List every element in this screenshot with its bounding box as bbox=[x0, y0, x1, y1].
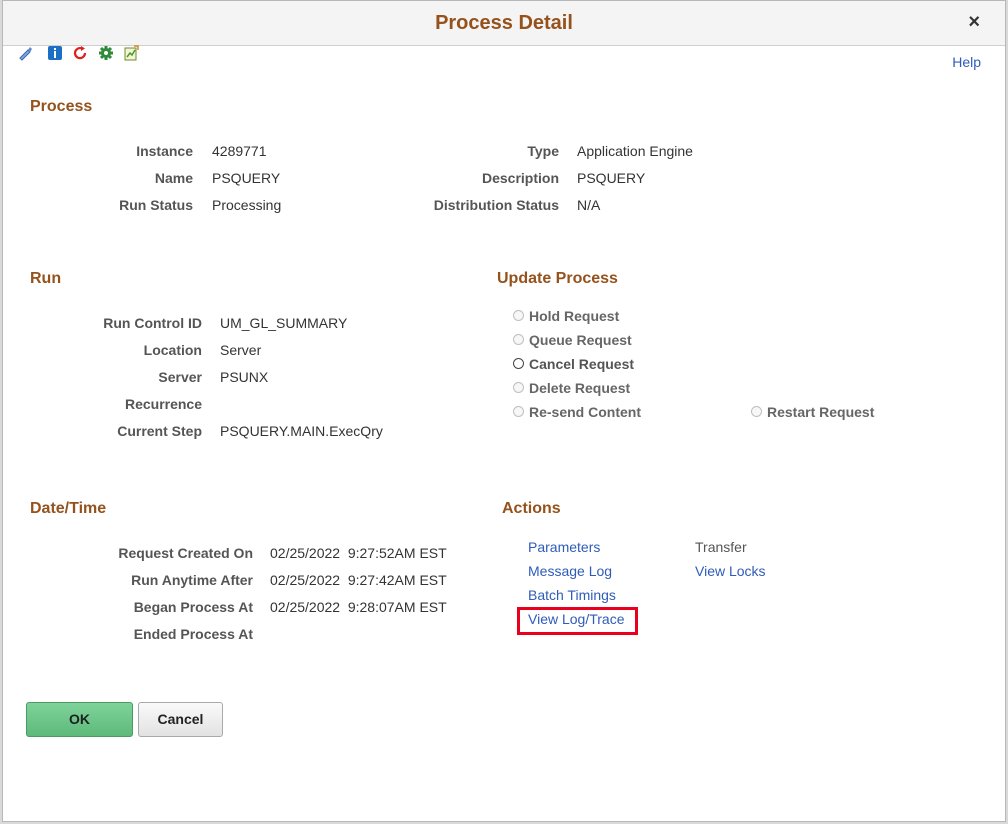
run-heading: Run bbox=[30, 270, 62, 287]
current-step-value: PSQUERY.MAIN.ExecQry bbox=[220, 423, 383, 439]
ok-button[interactable]: OK bbox=[26, 702, 133, 737]
run-status-value: Processing bbox=[212, 197, 282, 213]
description-value: PSQUERY bbox=[577, 170, 646, 186]
cancel-request-label[interactable]: Cancel Request bbox=[529, 356, 634, 372]
radio-circle bbox=[513, 382, 524, 393]
location-label: Location bbox=[143, 342, 202, 358]
view-locks-link[interactable]: View Locks bbox=[695, 563, 766, 579]
request-created-value: 02/25/2022 9:27:52AM EST bbox=[270, 545, 447, 561]
name-value: PSQUERY bbox=[212, 170, 281, 186]
restart-request-label: Restart Request bbox=[767, 404, 875, 420]
highlight-box bbox=[517, 607, 638, 635]
message-log-link[interactable]: Message Log bbox=[528, 563, 612, 579]
type-label: Type bbox=[527, 143, 559, 159]
radio-circle[interactable] bbox=[513, 358, 524, 369]
transfer-label: Transfer bbox=[695, 539, 747, 555]
process-heading: Process bbox=[30, 98, 93, 115]
instance-label: Instance bbox=[136, 143, 193, 159]
radio-circle bbox=[751, 406, 762, 417]
distribution-status-value: N/A bbox=[577, 197, 601, 213]
parameters-link[interactable]: Parameters bbox=[528, 539, 600, 555]
help-link[interactable]: Help bbox=[952, 54, 981, 70]
radio-circle bbox=[513, 310, 524, 321]
type-value: Application Engine bbox=[577, 143, 693, 159]
run-anytime-value: 02/25/2022 9:27:42AM EST bbox=[270, 572, 447, 588]
distribution-status-label: Distribution Status bbox=[433, 197, 559, 213]
resend-content-label: Re-send Content bbox=[529, 404, 641, 420]
request-created-label: Request Created On bbox=[118, 545, 253, 561]
report-icon[interactable] bbox=[123, 45, 139, 61]
began-process-value: 02/25/2022 9:28:07AM EST bbox=[270, 599, 447, 615]
run-control-label: Run Control ID bbox=[103, 315, 202, 331]
server-value: PSUNX bbox=[220, 369, 269, 385]
dialog-title: Process Detail bbox=[435, 12, 573, 34]
description-label: Description bbox=[481, 170, 559, 186]
info-icon[interactable] bbox=[47, 45, 63, 61]
current-step-label: Current Step bbox=[117, 423, 202, 439]
run-status-label: Run Status bbox=[119, 197, 193, 213]
pencil-icon[interactable] bbox=[17, 45, 33, 61]
batch-timings-link[interactable]: Batch Timings bbox=[528, 587, 616, 603]
began-process-label: Began Process At bbox=[133, 599, 253, 615]
ended-process-label: Ended Process At bbox=[133, 626, 253, 642]
run-control-value: UM_GL_SUMMARY bbox=[220, 315, 348, 331]
location-value: Server bbox=[220, 342, 262, 358]
server-label: Server bbox=[158, 369, 202, 385]
datetime-heading: Date/Time bbox=[30, 500, 107, 517]
refresh-icon[interactable] bbox=[72, 45, 88, 61]
queue-request-label: Queue Request bbox=[529, 332, 632, 348]
gear-icon[interactable] bbox=[98, 45, 114, 61]
run-anytime-label: Run Anytime After bbox=[131, 572, 253, 588]
dialog-titlebar: Process Detail × bbox=[3, 1, 1005, 46]
update-process-heading: Update Process bbox=[497, 270, 618, 287]
close-icon[interactable]: × bbox=[968, 11, 980, 34]
hold-request-label: Hold Request bbox=[529, 308, 620, 324]
name-label: Name bbox=[154, 170, 193, 186]
delete-request-label: Delete Request bbox=[529, 380, 631, 396]
recurrence-label: Recurrence bbox=[124, 396, 202, 412]
radio-circle bbox=[513, 406, 524, 417]
radio-circle bbox=[513, 334, 524, 345]
process-detail-dialog: Process Detail × Help Process Instance 4… bbox=[2, 0, 1006, 822]
instance-value: 4289771 bbox=[212, 143, 267, 159]
cancel-button[interactable]: Cancel bbox=[138, 702, 223, 737]
actions-heading: Actions bbox=[502, 500, 561, 517]
